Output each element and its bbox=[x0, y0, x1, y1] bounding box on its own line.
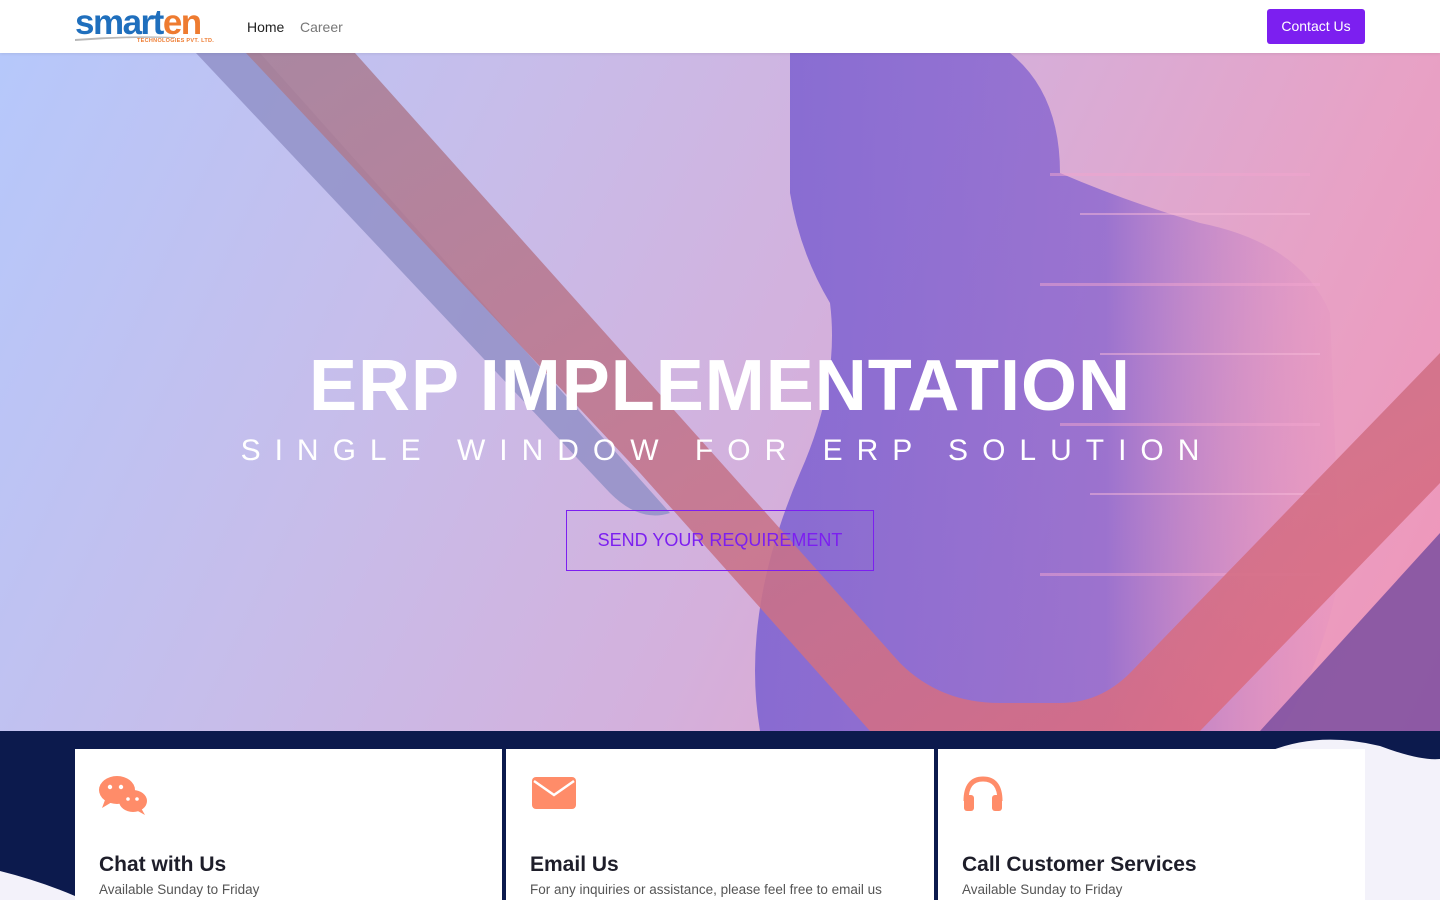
call-card-text: Available Sunday to Friday bbox=[962, 882, 1123, 897]
call-card[interactable]: Call Customer Services Available Sunday … bbox=[938, 749, 1365, 900]
contact-us-button[interactable]: Contact Us bbox=[1267, 9, 1365, 44]
envelope-icon bbox=[532, 777, 576, 809]
call-card-title: Call Customer Services bbox=[962, 853, 1197, 876]
hero-subtitle: SINGLE WINDOW FOR ERP SOLUTION bbox=[240, 434, 1214, 467]
navbar: smarten TECHNOLOGIES PVT. LTD. Home Care… bbox=[0, 0, 1440, 53]
email-card-title: Email Us bbox=[530, 853, 619, 876]
hero-banner: ERP IMPLEMENTATION SINGLE WINDOW FOR ERP… bbox=[0, 53, 1440, 731]
nav-link-home[interactable]: Home bbox=[247, 18, 284, 36]
chat-card[interactable]: Chat with Us Available Sunday to Friday bbox=[75, 749, 502, 900]
nav-link-career[interactable]: Career bbox=[300, 18, 343, 36]
headphones-icon bbox=[963, 776, 1003, 811]
hero-title: ERP IMPLEMENTATION bbox=[308, 346, 1132, 426]
contact-options-section: Chat with Us Available Sunday to Friday … bbox=[0, 731, 1440, 900]
chat-bubbles-icon bbox=[99, 776, 147, 815]
email-card[interactable]: Email Us For any inquiries or assistance… bbox=[506, 749, 934, 900]
logo-tagline: TECHNOLOGIES PVT. LTD. bbox=[137, 38, 215, 44]
email-card-text: For any inquiries or assistance, please … bbox=[530, 882, 882, 897]
company-logo[interactable]: smarten TECHNOLOGIES PVT. LTD. bbox=[75, 3, 217, 47]
chat-card-title: Chat with Us bbox=[99, 853, 227, 876]
chat-card-text: Available Sunday to Friday bbox=[99, 882, 260, 897]
send-requirement-button[interactable]: SEND YOUR REQUIREMENT bbox=[566, 510, 874, 571]
